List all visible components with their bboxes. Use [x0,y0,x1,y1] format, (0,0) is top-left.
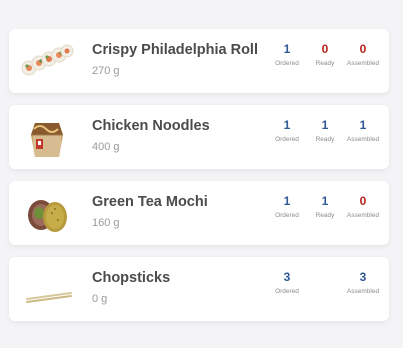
assembled-count: 3 Assembled [340,269,386,297]
item-weight: 160 g [92,217,120,229]
sushi-roll-image [19,37,75,85]
order-item-card[interactable]: Chopsticks 0 g 3 Ordered 3 Assembled [9,257,389,321]
item-name: Chopsticks [92,270,171,286]
item-name: Chicken Noodles [92,118,210,134]
chopsticks-image [19,265,75,313]
item-name: Crispy Philadelphia Roll [92,42,258,58]
item-name: Green Tea Mochi [92,194,208,210]
assembled-label: Assembled [346,212,380,219]
noodle-box-image [19,113,75,161]
order-item-card[interactable]: Chicken Noodles 400 g 1 Ordered 1 Ready … [9,105,389,169]
assembled-value: 0 [359,42,367,56]
ordered-label: Ordered [275,288,299,295]
assembled-label: Assembled [346,60,380,67]
assembled-count: 0 Assembled [340,41,386,69]
assembled-label: Assembled [346,288,380,295]
assembled-value: 1 [359,118,367,132]
order-item-card[interactable]: Crispy Philadelphia Roll 270 g 1 Ordered… [9,29,389,93]
item-weight: 270 g [92,65,120,77]
assembled-value: 0 [359,194,367,208]
assembled-count: 1 Assembled [340,117,386,145]
mochi-image [19,189,75,237]
assembled-value: 3 [359,270,367,284]
assembled-count: 0 Assembled [340,193,386,221]
item-weight: 0 g [92,293,108,305]
assembled-label: Assembled [346,136,380,143]
ordered-value: 3 [283,270,291,284]
order-item-card[interactable]: Green Tea Mochi 160 g 1 Ordered 1 Ready … [9,181,389,245]
item-weight: 400 g [92,141,120,153]
ordered-count: 3 Ordered [264,269,310,297]
